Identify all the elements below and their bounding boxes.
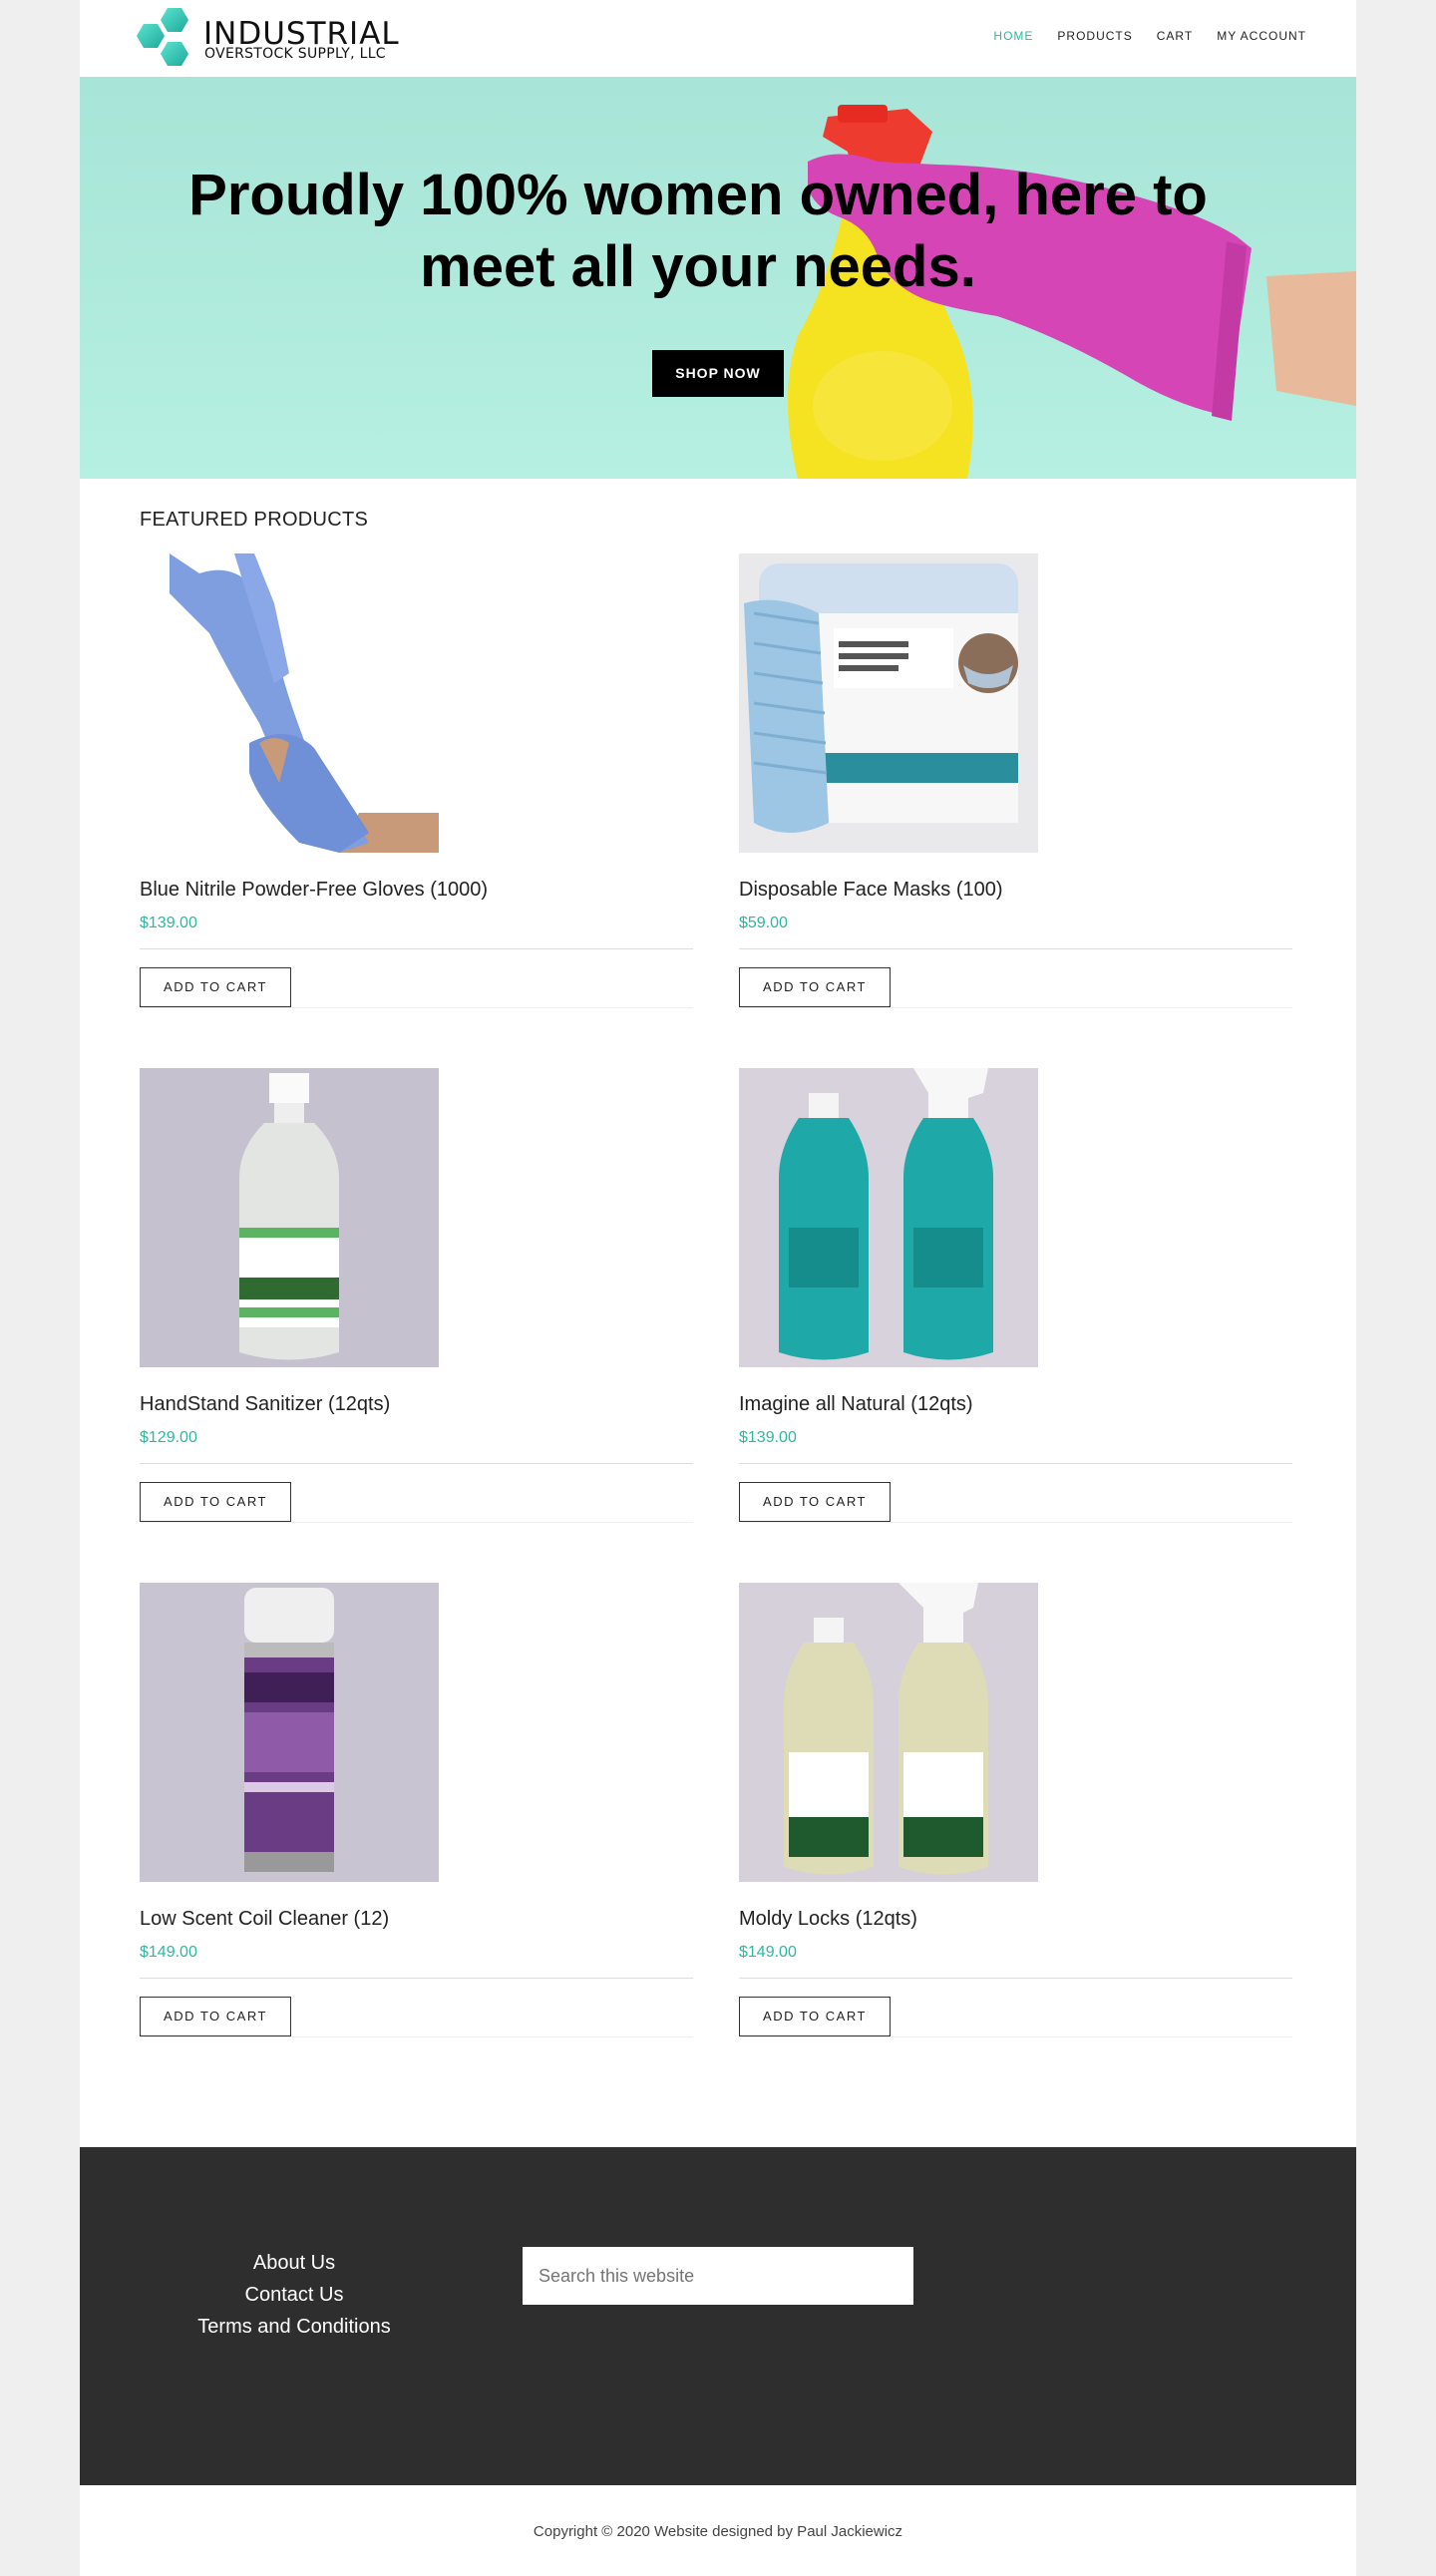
hexagon-logo-icon: [137, 8, 188, 66]
product-image-link[interactable]: [140, 553, 439, 853]
nav-products[interactable]: PRODUCTS: [1057, 29, 1132, 43]
copyright-text: Copyright © 2020 Website designed by Pau…: [533, 2523, 903, 2540]
product-price: $139.00: [739, 1429, 797, 1446]
hero-banner: Proudly 100% women owned, here to meet a…: [80, 77, 1356, 479]
product-card: Imagine all Natural (12qts) $139.00 ADD …: [739, 1068, 1292, 1527]
divider: [140, 1522, 693, 1523]
search-input[interactable]: [523, 2247, 913, 2305]
nav-cart[interactable]: CART: [1157, 29, 1193, 43]
product-price: $139.00: [140, 915, 197, 931]
sanitizer-bottle-icon: [140, 1068, 439, 1367]
product-image-link[interactable]: [739, 553, 1038, 853]
featured-products-heading: FEATURED PRODUCTS: [140, 509, 369, 531]
product-image-link[interactable]: [739, 1583, 1038, 1882]
nitrile-gloves-icon: [140, 553, 439, 853]
product-name[interactable]: Low Scent Coil Cleaner (12): [140, 1908, 389, 1931]
divider: [140, 1007, 693, 1008]
product-card: Moldy Locks (12qts) $149.00 ADD TO CART: [739, 1583, 1292, 2041]
product-price: $129.00: [140, 1429, 197, 1446]
site-footer: About Us Contact Us Terms and Conditions: [80, 2147, 1356, 2485]
footer-link-about-us[interactable]: About Us: [180, 2247, 409, 2279]
nav-home[interactable]: HOME: [993, 29, 1033, 43]
add-to-cart-button[interactable]: ADD TO CART: [140, 1482, 291, 1522]
product-card: Low Scent Coil Cleaner (12) $149.00 ADD …: [140, 1583, 693, 2041]
add-to-cart-button[interactable]: ADD TO CART: [739, 967, 891, 1007]
spray-bottles-icon: [739, 1583, 1038, 1882]
divider: [140, 1463, 693, 1464]
add-to-cart-button[interactable]: ADD TO CART: [140, 1997, 291, 2036]
divider: [140, 948, 693, 949]
footer-link-contact-us[interactable]: Contact Us: [180, 2279, 409, 2311]
site-header: INDUSTRIAL OVERSTOCK SUPPLY, LLC HOME PR…: [80, 0, 1356, 77]
hero-headline: Proudly 100% women owned, here to meet a…: [188, 163, 1208, 299]
product-name[interactable]: Moldy Locks (12qts): [739, 1908, 917, 1931]
product-price: $149.00: [140, 1944, 197, 1961]
divider: [739, 948, 1292, 949]
product-price: $59.00: [739, 915, 788, 931]
add-to-cart-button[interactable]: ADD TO CART: [739, 1997, 891, 2036]
product-image-link[interactable]: [140, 1068, 439, 1367]
footer-links: About Us Contact Us Terms and Conditions: [180, 2247, 409, 2343]
page-container: INDUSTRIAL OVERSTOCK SUPPLY, LLC HOME PR…: [80, 0, 1356, 2576]
product-name[interactable]: HandStand Sanitizer (12qts): [140, 1393, 390, 1416]
divider: [140, 2036, 693, 2037]
product-card: Blue Nitrile Powder-Free Gloves (1000) $…: [140, 553, 693, 1012]
divider: [739, 2036, 1292, 2037]
product-price: $149.00: [739, 1944, 797, 1961]
face-masks-icon: [739, 553, 1038, 853]
main-nav: HOME PRODUCTS CART MY ACCOUNT: [993, 29, 1306, 43]
product-card: HandStand Sanitizer (12qts) $129.00 ADD …: [140, 1068, 693, 1527]
product-name[interactable]: Imagine all Natural (12qts): [739, 1393, 973, 1416]
divider: [739, 1978, 1292, 1979]
brand-subtitle: OVERSTOCK SUPPLY, LLC: [204, 46, 386, 62]
divider: [739, 1463, 1292, 1464]
divider: [140, 1978, 693, 1979]
product-image-link[interactable]: [140, 1583, 439, 1882]
spray-bottles-icon: [739, 1068, 1038, 1367]
aerosol-can-icon: [140, 1583, 439, 1882]
add-to-cart-button[interactable]: ADD TO CART: [140, 967, 291, 1007]
product-name[interactable]: Disposable Face Masks (100): [739, 879, 1003, 902]
footer-link-terms[interactable]: Terms and Conditions: [180, 2311, 409, 2343]
product-name[interactable]: Blue Nitrile Powder-Free Gloves (1000): [140, 879, 488, 902]
add-to-cart-button[interactable]: ADD TO CART: [739, 1482, 891, 1522]
product-card: Disposable Face Masks (100) $59.00 ADD T…: [739, 553, 1292, 1012]
product-image-link[interactable]: [739, 1068, 1038, 1367]
site-logo[interactable]: INDUSTRIAL OVERSTOCK SUPPLY, LLC: [130, 6, 429, 70]
nav-my-account[interactable]: MY ACCOUNT: [1217, 29, 1306, 43]
divider: [739, 1007, 1292, 1008]
divider: [739, 1522, 1292, 1523]
shop-now-button[interactable]: SHOP NOW: [652, 350, 784, 397]
